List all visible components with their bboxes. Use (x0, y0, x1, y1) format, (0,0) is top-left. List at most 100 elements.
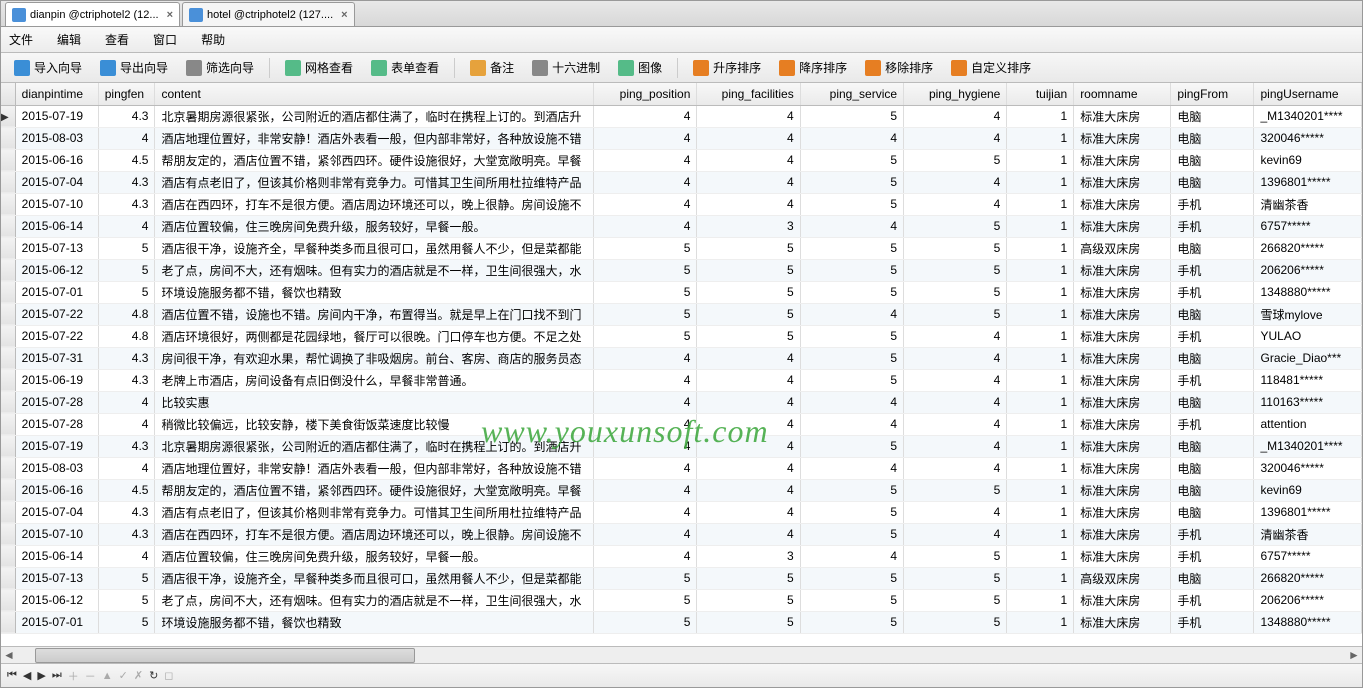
cell-roomname[interactable]: 标准大床房 (1074, 215, 1171, 237)
cell-content[interactable]: 比较实惠 (155, 391, 594, 413)
cell-ping-position[interactable]: 4 (594, 435, 697, 457)
table-row[interactable]: ▶2015-07-194.3北京暑期房源很紧张，公司附近的酒店都住满了，临时在携… (1, 105, 1362, 127)
table-row[interactable]: ▶2015-08-034酒店地理位置好，非常安静！酒店外表看一般，但内部非常好，… (1, 457, 1362, 479)
cell-content[interactable]: 房间很干净，有欢迎水果，帮忙调换了非吸烟房。前台、客房、商店的服务员态 (155, 347, 594, 369)
cell-ping-service[interactable]: 5 (800, 523, 903, 545)
grid-view-button[interactable]: 网格查看 (278, 56, 360, 79)
row-selector[interactable]: ▶ (1, 105, 15, 127)
cell-ping-facilities[interactable]: 4 (697, 413, 800, 435)
nav-edit-icon[interactable]: ▲ (102, 670, 113, 682)
cell-ping-hygiene[interactable]: 5 (904, 215, 1007, 237)
cell-pingfen[interactable]: 4.8 (98, 303, 155, 325)
cell-pingusername[interactable]: 206206***** (1254, 589, 1362, 611)
cell-ping-facilities[interactable]: 4 (697, 127, 800, 149)
row-selector[interactable]: ▶ (1, 325, 15, 347)
cell-roomname[interactable]: 标准大床房 (1074, 501, 1171, 523)
row-selector[interactable]: ▶ (1, 457, 15, 479)
cell-ping-hygiene[interactable]: 4 (904, 501, 1007, 523)
cell-pingusername[interactable]: kevin69 (1254, 479, 1362, 501)
table-row[interactable]: ▶2015-07-015环境设施服务都不错，餐饮也精致55551标准大床房手机1… (1, 611, 1362, 633)
cell-pingfen[interactable]: 4.8 (98, 325, 155, 347)
horizontal-scrollbar[interactable]: ◄ ► (1, 646, 1362, 663)
cell-pingfen[interactable]: 4.3 (98, 369, 155, 391)
cell-ping-service[interactable]: 5 (800, 171, 903, 193)
cell-ping-hygiene[interactable]: 4 (904, 347, 1007, 369)
cell-ping-service[interactable]: 4 (800, 413, 903, 435)
cell-roomname[interactable]: 高级双床房 (1074, 237, 1171, 259)
cell-ping-hygiene[interactable]: 4 (904, 369, 1007, 391)
scroll-right-icon[interactable]: ► (1346, 648, 1362, 662)
cell-pingfen[interactable]: 4.3 (98, 435, 155, 457)
cell-pingfen[interactable]: 4.5 (98, 149, 155, 171)
cell-pingfen[interactable]: 4 (98, 413, 155, 435)
cell-pingusername[interactable]: 6757***** (1254, 545, 1362, 567)
cell-ping-service[interactable]: 4 (800, 127, 903, 149)
tab-hotel[interactable]: hotel @ctriphotel2 (127.... × (182, 2, 355, 26)
nav-cancel-icon[interactable]: ✗ (134, 669, 143, 682)
nav-next-icon[interactable]: ▶ (37, 669, 45, 682)
col-ping-facilities[interactable]: ping_facilities (697, 83, 800, 105)
cell-content[interactable]: 酒店环境很好，两侧都是花园绿地，餐厅可以很晚。门口停车也方便。不足之处 (155, 325, 594, 347)
cell-ping-position[interactable]: 5 (594, 281, 697, 303)
cell-ping-position[interactable]: 4 (594, 127, 697, 149)
cell-ping-facilities[interactable]: 5 (697, 589, 800, 611)
cell-content[interactable]: 酒店位置较偏，住三晚房间免费升级，服务较好，早餐一般。 (155, 545, 594, 567)
cell-dianpintime[interactable]: 2015-07-19 (15, 105, 98, 127)
cell-dianpintime[interactable]: 2015-07-22 (15, 325, 98, 347)
cell-pingfen[interactable]: 4 (98, 457, 155, 479)
row-selector[interactable]: ▶ (1, 193, 15, 215)
cell-tuijian[interactable]: 1 (1007, 325, 1074, 347)
cell-ping-service[interactable]: 4 (800, 391, 903, 413)
menu-edit[interactable]: 编辑 (57, 31, 81, 48)
row-selector[interactable]: ▶ (1, 545, 15, 567)
cell-content[interactable]: 酒店有点老旧了，但该其价格则非常有竞争力。可惜其卫生间所用杜拉维特产品 (155, 171, 594, 193)
col-tuijian[interactable]: tuijian (1007, 83, 1074, 105)
sort-custom-button[interactable]: 自定义排序 (944, 56, 1038, 79)
cell-ping-facilities[interactable]: 4 (697, 369, 800, 391)
cell-dianpintime[interactable]: 2015-07-01 (15, 611, 98, 633)
cell-dianpintime[interactable]: 2015-06-16 (15, 479, 98, 501)
cell-content[interactable]: 酒店很干净，设施齐全，早餐种类多而且很可口，虽然用餐人不少，但是菜都能 (155, 567, 594, 589)
cell-pingfen[interactable]: 4.3 (98, 193, 155, 215)
cell-ping-service[interactable]: 5 (800, 259, 903, 281)
cell-roomname[interactable]: 标准大床房 (1074, 413, 1171, 435)
cell-ping-hygiene[interactable]: 5 (904, 589, 1007, 611)
col-ping-hygiene[interactable]: ping_hygiene (904, 83, 1007, 105)
cell-roomname[interactable]: 标准大床房 (1074, 127, 1171, 149)
cell-ping-service[interactable]: 5 (800, 193, 903, 215)
table-row[interactable]: ▶2015-07-135酒店很干净，设施齐全，早餐种类多而且很可口，虽然用餐人不… (1, 237, 1362, 259)
cell-ping-service[interactable]: 5 (800, 347, 903, 369)
table-row[interactable]: ▶2015-07-314.3房间很干净，有欢迎水果，帮忙调换了非吸烟房。前台、客… (1, 347, 1362, 369)
cell-pingfrom[interactable]: 手机 (1171, 259, 1254, 281)
cell-ping-facilities[interactable]: 5 (697, 303, 800, 325)
cell-pingfrom[interactable]: 电脑 (1171, 105, 1254, 127)
cell-tuijian[interactable]: 1 (1007, 523, 1074, 545)
menu-file[interactable]: 文件 (9, 31, 33, 48)
row-selector[interactable]: ▶ (1, 479, 15, 501)
cell-ping-service[interactable]: 5 (800, 567, 903, 589)
cell-ping-facilities[interactable]: 4 (697, 479, 800, 501)
filter-wizard-button[interactable]: 筛选向导 (179, 56, 261, 79)
cell-ping-facilities[interactable]: 5 (697, 259, 800, 281)
cell-pingfrom[interactable]: 手机 (1171, 545, 1254, 567)
cell-pingusername[interactable]: kevin69 (1254, 149, 1362, 171)
cell-ping-position[interactable]: 4 (594, 523, 697, 545)
cell-ping-position[interactable]: 4 (594, 391, 697, 413)
cell-ping-service[interactable]: 5 (800, 149, 903, 171)
cell-roomname[interactable]: 标准大床房 (1074, 435, 1171, 457)
cell-pingfen[interactable]: 5 (98, 611, 155, 633)
cell-pingusername[interactable]: 266820***** (1254, 567, 1362, 589)
cell-pingfen[interactable]: 5 (98, 281, 155, 303)
cell-pingfrom[interactable]: 电脑 (1171, 127, 1254, 149)
cell-pingusername[interactable]: 1348880***** (1254, 611, 1362, 633)
cell-pingfen[interactable]: 4.3 (98, 171, 155, 193)
menu-window[interactable]: 窗口 (153, 31, 177, 48)
cell-tuijian[interactable]: 1 (1007, 435, 1074, 457)
cell-pingfen[interactable]: 4.3 (98, 523, 155, 545)
cell-ping-facilities[interactable]: 5 (697, 237, 800, 259)
cell-content[interactable]: 酒店位置较偏，住三晚房间免费升级，服务较好，早餐一般。 (155, 215, 594, 237)
cell-roomname[interactable]: 高级双床房 (1074, 567, 1171, 589)
cell-ping-service[interactable]: 5 (800, 369, 903, 391)
export-wizard-button[interactable]: 导出向导 (93, 56, 175, 79)
cell-pingfrom[interactable]: 电脑 (1171, 303, 1254, 325)
